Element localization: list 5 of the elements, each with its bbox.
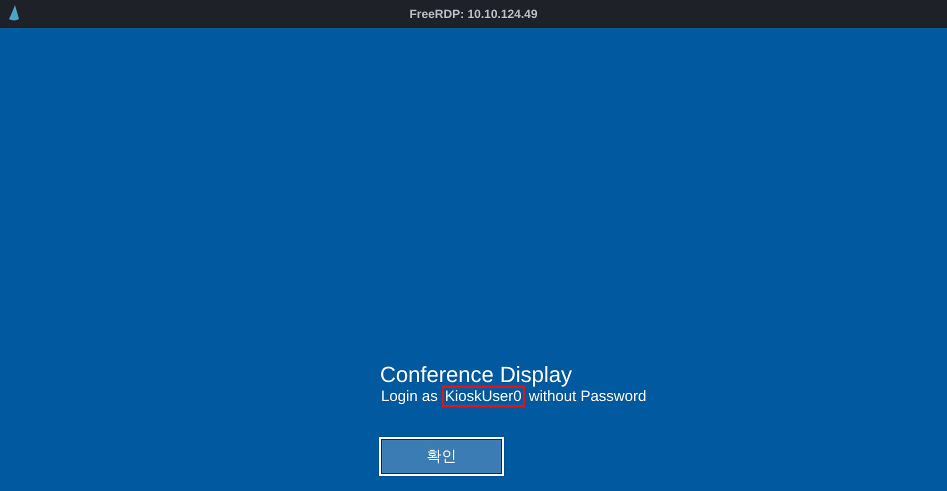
login-message: Login as KioskUser0 without Password: [381, 388, 646, 405]
app-logo-icon: [8, 5, 20, 21]
screen-heading: Conference Display: [380, 362, 572, 388]
window-title: FreeRDP: 10.10.124.49: [409, 7, 538, 21]
confirm-button[interactable]: 확인: [379, 437, 504, 476]
